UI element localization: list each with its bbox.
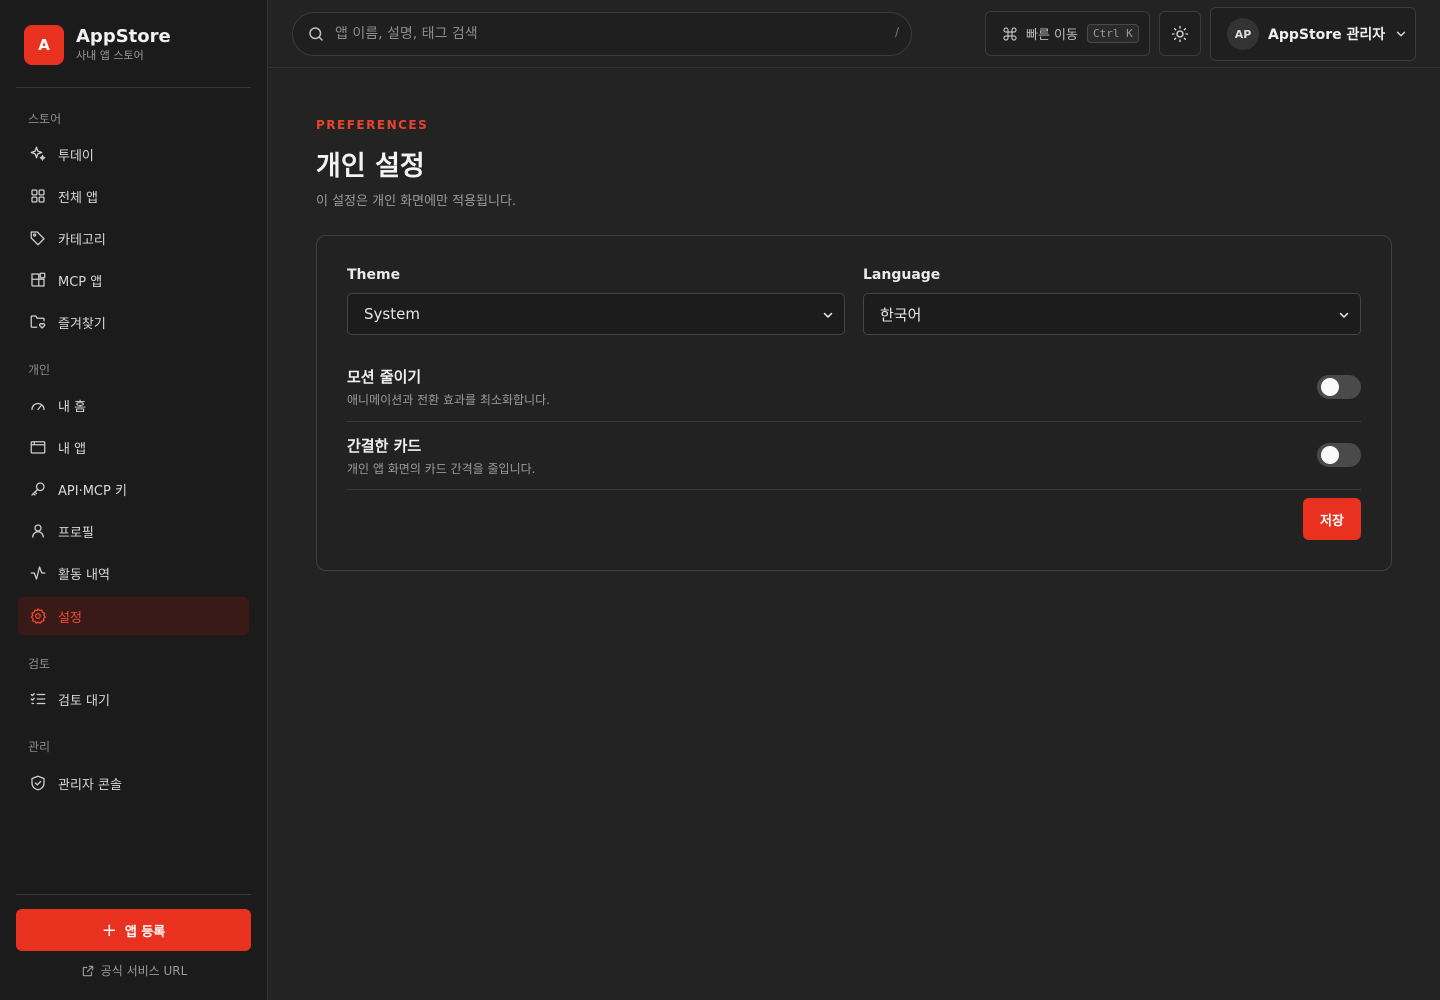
sidebar-item-categories[interactable]: 카테고리 bbox=[18, 219, 249, 257]
toggle-knob bbox=[1321, 378, 1339, 396]
page-title: 개인 설정 bbox=[316, 151, 425, 182]
sidebar-item-label: API·MCP 키 bbox=[58, 483, 127, 499]
brand-title: AppStore bbox=[76, 26, 171, 47]
sidebar-item-all-apps[interactable]: 전체 앱 bbox=[18, 177, 249, 215]
page-description: 이 설정은 개인 화면에만 적용됩니다. bbox=[316, 194, 517, 209]
reduce-motion-description: 애니메이션과 전환 효과를 최소화합니다. bbox=[347, 393, 550, 407]
reduce-motion-title: 모션 줄이기 bbox=[347, 368, 422, 386]
command-icon bbox=[1003, 26, 1017, 41]
checklist-icon bbox=[30, 693, 46, 705]
brand-logo: A bbox=[24, 25, 64, 65]
theme-select[interactable]: System bbox=[347, 293, 845, 335]
brand-subtitle: 사내 앱 스토어 bbox=[76, 49, 144, 62]
search-input[interactable] bbox=[335, 26, 855, 42]
brand[interactable]: A AppStore 사내 앱 스토어 bbox=[24, 25, 171, 65]
reduce-motion-toggle[interactable] bbox=[1317, 375, 1361, 399]
settings-card: Theme System Language 한국어 모션 줄이기 애니메이션과 … bbox=[316, 235, 1392, 571]
tag-icon bbox=[30, 231, 45, 246]
sidebar-item-my-home[interactable]: 내 홈 bbox=[18, 386, 249, 424]
folder-heart-icon bbox=[30, 315, 46, 329]
sidebar-item-settings[interactable]: 설정 bbox=[18, 597, 249, 635]
activity-icon bbox=[30, 566, 46, 580]
page-eyebrow: PREFERENCES bbox=[316, 118, 429, 132]
quick-nav-button[interactable]: 빠른 이동 Ctrl K bbox=[985, 11, 1150, 56]
add-app-label: 앱 등록 bbox=[124, 924, 166, 940]
sidebar-item-label: 관리자 콘솔 bbox=[58, 777, 122, 793]
quick-nav-kbd: Ctrl K bbox=[1086, 24, 1139, 43]
theme-toggle-button[interactable] bbox=[1159, 11, 1201, 56]
quick-nav-label: 빠른 이동 bbox=[1026, 28, 1078, 43]
row-divider bbox=[347, 421, 1361, 422]
theme-select-value: System bbox=[364, 305, 420, 323]
sidebar-item-activity[interactable]: 활동 내역 bbox=[18, 554, 249, 592]
user-icon bbox=[32, 524, 44, 538]
language-select-value: 한국어 bbox=[880, 305, 922, 324]
user-name: AppStore 관리자 bbox=[1268, 27, 1386, 43]
official-service-link[interactable]: 공식 서비스 URL bbox=[0, 962, 268, 979]
sidebar-item-label: 내 홈 bbox=[58, 399, 87, 415]
sidebar-item-label: 프로필 bbox=[58, 525, 94, 541]
plus-icon: + bbox=[101, 919, 117, 941]
toggle-knob bbox=[1321, 446, 1339, 464]
sidebar-item-label: 설정 bbox=[58, 610, 82, 626]
avatar: AP bbox=[1227, 18, 1259, 50]
sidebar-item-today[interactable]: 투데이 bbox=[18, 135, 249, 173]
search-bar[interactable]: / bbox=[292, 12, 912, 56]
save-button[interactable]: 저장 bbox=[1303, 498, 1361, 540]
row-divider bbox=[347, 489, 1361, 490]
search-icon bbox=[309, 27, 323, 41]
sidebar-item-label: 내 앱 bbox=[58, 441, 87, 457]
section-admin: 관리 bbox=[28, 740, 51, 754]
user-menu-button[interactable]: AP AppStore 관리자 bbox=[1210, 7, 1416, 61]
sidebar-item-my-apps[interactable]: 내 앱 bbox=[18, 428, 249, 466]
language-label: Language bbox=[863, 267, 941, 283]
sidebar: A AppStore 사내 앱 스토어 스토어 투데이 전체 앱 카테고리 MC… bbox=[0, 0, 268, 1000]
sidebar-item-label: 투데이 bbox=[58, 148, 94, 164]
sidebar-item-label: 카테고리 bbox=[58, 232, 106, 248]
sidebar-item-profile[interactable]: 프로필 bbox=[18, 512, 249, 550]
sidebar-item-review-queue[interactable]: 검토 대기 bbox=[18, 680, 249, 718]
sidebar-divider bbox=[16, 894, 251, 895]
section-personal: 개인 bbox=[28, 363, 51, 377]
sidebar-item-label: MCP 앱 bbox=[58, 274, 103, 290]
language-select[interactable]: 한국어 bbox=[863, 293, 1361, 335]
official-service-label: 공식 서비스 URL bbox=[100, 964, 188, 978]
sidebar-item-admin-console[interactable]: 관리자 콘솔 bbox=[18, 764, 249, 802]
sidebar-item-mcp-apps[interactable]: MCP 앱 bbox=[18, 261, 249, 299]
window-icon bbox=[30, 441, 46, 454]
grid-icon bbox=[31, 189, 45, 203]
gear-icon bbox=[30, 608, 46, 624]
sun-icon bbox=[1171, 25, 1189, 42]
compact-cards-description: 개인 앱 화면의 카드 간격을 줄입니다. bbox=[347, 462, 536, 476]
gauge-icon bbox=[31, 402, 45, 411]
sidebar-divider bbox=[16, 87, 251, 88]
sidebar-item-label: 전체 앱 bbox=[58, 190, 99, 206]
compact-cards-toggle[interactable] bbox=[1317, 443, 1361, 467]
sidebar-item-favorites[interactable]: 즐겨찾기 bbox=[18, 303, 249, 341]
key-icon bbox=[31, 482, 45, 496]
topbar: / 빠른 이동 Ctrl K AP AppStore 관리자 bbox=[268, 0, 1440, 68]
section-store: 스토어 bbox=[28, 112, 62, 126]
compact-cards-title: 간결한 카드 bbox=[347, 437, 422, 455]
chevron-down-icon bbox=[1397, 31, 1406, 37]
add-app-button[interactable]: + 앱 등록 bbox=[16, 909, 251, 951]
sidebar-item-api-keys[interactable]: API·MCP 키 bbox=[18, 470, 249, 508]
theme-label: Theme bbox=[347, 267, 401, 283]
section-review: 검토 bbox=[28, 657, 51, 671]
shield-icon bbox=[31, 775, 45, 791]
sparkles-icon bbox=[30, 146, 46, 161]
external-link-icon bbox=[82, 965, 93, 976]
sidebar-item-label: 즐겨찾기 bbox=[58, 316, 106, 332]
chevron-down-icon bbox=[1339, 312, 1349, 318]
sidebar-item-label: 활동 내역 bbox=[58, 567, 110, 583]
sidebar-item-label: 검토 대기 bbox=[58, 693, 110, 709]
search-shortcut-hint: / bbox=[894, 25, 899, 39]
blocks-icon bbox=[31, 272, 46, 287]
chevron-down-icon bbox=[823, 312, 833, 318]
